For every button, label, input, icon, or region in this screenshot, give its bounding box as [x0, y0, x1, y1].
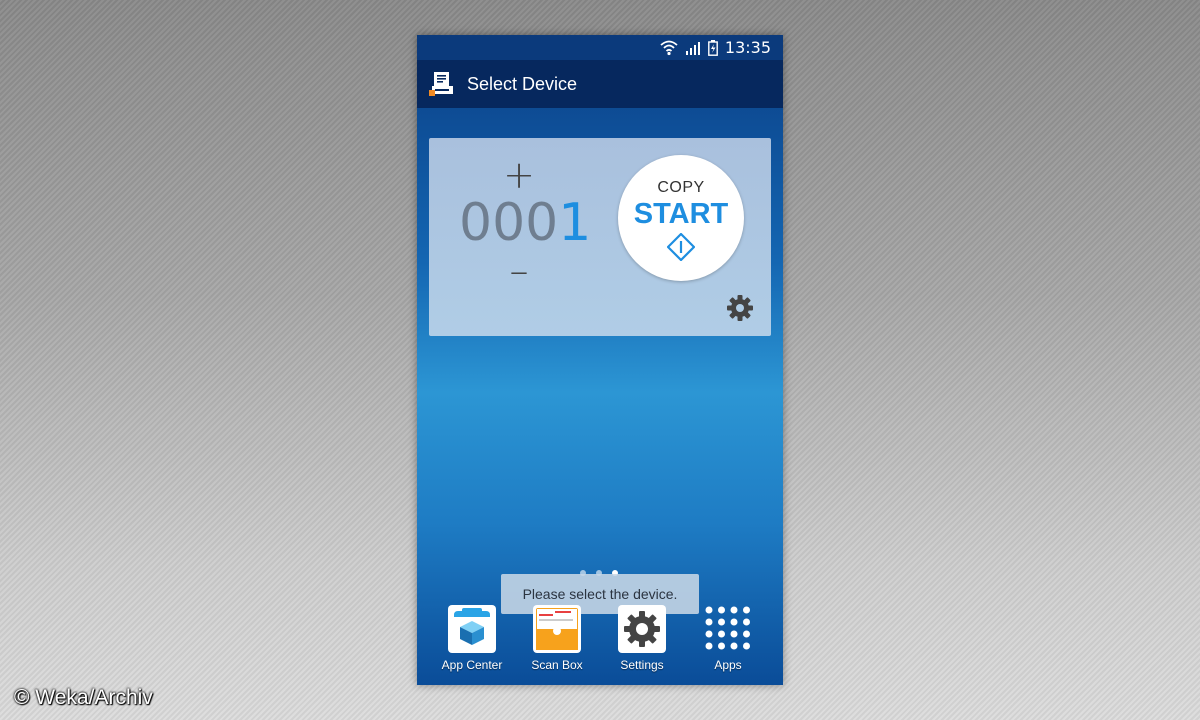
phone-screen: 13:35 Select Device + 0001 – COPY START [417, 35, 783, 685]
clock: 13:35 [724, 38, 771, 57]
copy-count: 0001 [459, 193, 591, 253]
signal-icon [685, 41, 700, 55]
copy-count-prefix: 000 [459, 193, 559, 253]
app-bar: Select Device [417, 60, 783, 108]
dock-item-settings[interactable]: Settings [599, 603, 685, 672]
dock: App Center Scan Box Settings Apps [417, 603, 783, 685]
start-diamond-icon [667, 233, 695, 261]
copy-label: COPY [657, 179, 705, 196]
wifi-icon [660, 40, 678, 55]
dock-item-scan-box[interactable]: Scan Box [514, 603, 600, 672]
printer-icon[interactable] [429, 71, 455, 97]
status-bar: 13:35 [417, 35, 783, 60]
watermark: © Weka/Archiv [14, 686, 153, 709]
decrement-button[interactable]: – [499, 252, 539, 290]
copy-widget: + 0001 – COPY START [429, 138, 771, 336]
scan-box-icon [533, 605, 581, 653]
dock-label: Scan Box [531, 658, 583, 672]
start-label: START [633, 198, 729, 230]
app-center-icon [448, 605, 496, 653]
battery-icon [707, 39, 718, 56]
dock-item-apps[interactable]: Apps [685, 603, 771, 672]
copy-count-last-digit: 1 [558, 193, 592, 253]
dock-label: Apps [714, 658, 742, 672]
gear-icon[interactable] [726, 294, 754, 322]
page-title[interactable]: Select Device [467, 74, 577, 95]
copy-start-button[interactable]: COPY START [618, 155, 744, 281]
apps-grid-icon [705, 606, 750, 650]
settings-icon [618, 605, 666, 653]
dock-label: Settings [620, 658, 664, 672]
increment-button[interactable]: + [499, 156, 539, 194]
dock-item-app-center[interactable]: App Center [429, 603, 515, 672]
dock-label: App Center [441, 658, 503, 672]
